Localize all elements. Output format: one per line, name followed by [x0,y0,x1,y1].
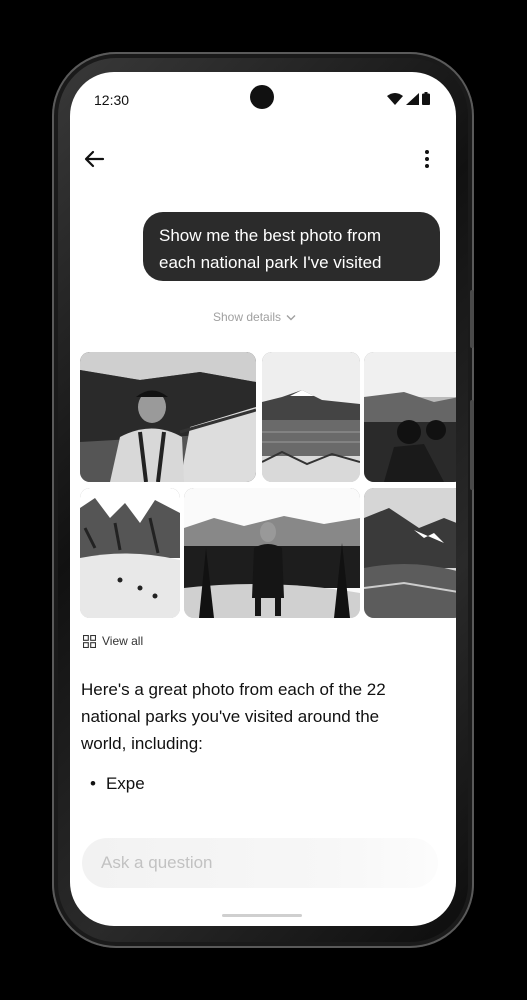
power-button [470,290,474,348]
answer-line: Here's a great photo from each of the 22 [81,680,386,699]
ask-question-bar [82,838,438,888]
back-button[interactable] [83,148,105,175]
battery-icon [422,92,430,105]
assistant-answer: Here's a great photo from each of the 22… [81,676,411,757]
bullet-text: Expe [105,774,145,793]
show-details-label: Show details [213,310,282,324]
answer-line: world, including: [81,734,203,753]
answer-bullet-item: • Expe [90,774,145,794]
signal-icon [406,92,419,105]
grid-icon [83,634,96,648]
more-options-button[interactable] [420,148,434,175]
photo-thumbnail[interactable] [364,488,456,618]
wifi-icon [387,92,403,105]
status-time: 12:30 [94,92,130,108]
user-message-line: each national park I've visited [159,253,382,272]
photo-thumbnail[interactable] [80,352,256,482]
screen: 12:30 Show me the best photo from each n… [70,72,456,926]
view-all-link[interactable]: View all [83,634,143,648]
status-icons [387,92,430,105]
ask-question-input[interactable] [99,852,421,874]
show-details-toggle[interactable]: Show details [213,310,296,324]
front-camera [250,85,274,109]
photo-thumbnail[interactable] [364,352,456,482]
photo-thumbnail[interactable] [184,488,360,618]
photo-thumbnail[interactable] [262,352,360,482]
home-indicator[interactable] [222,914,302,917]
answer-line: national parks you've visited around the [81,707,380,726]
volume-button [470,400,474,490]
more-vert-icon [425,150,429,168]
user-message-bubble: Show me the best photo from each nationa… [143,212,440,281]
photo-thumbnail[interactable] [80,488,180,618]
arrow-left-icon [84,150,105,168]
view-all-label: View all [102,634,144,648]
user-message-line: Show me the best photo from [159,226,382,245]
chevron-down-icon [286,314,296,320]
bullet-dot: • [90,774,96,793]
